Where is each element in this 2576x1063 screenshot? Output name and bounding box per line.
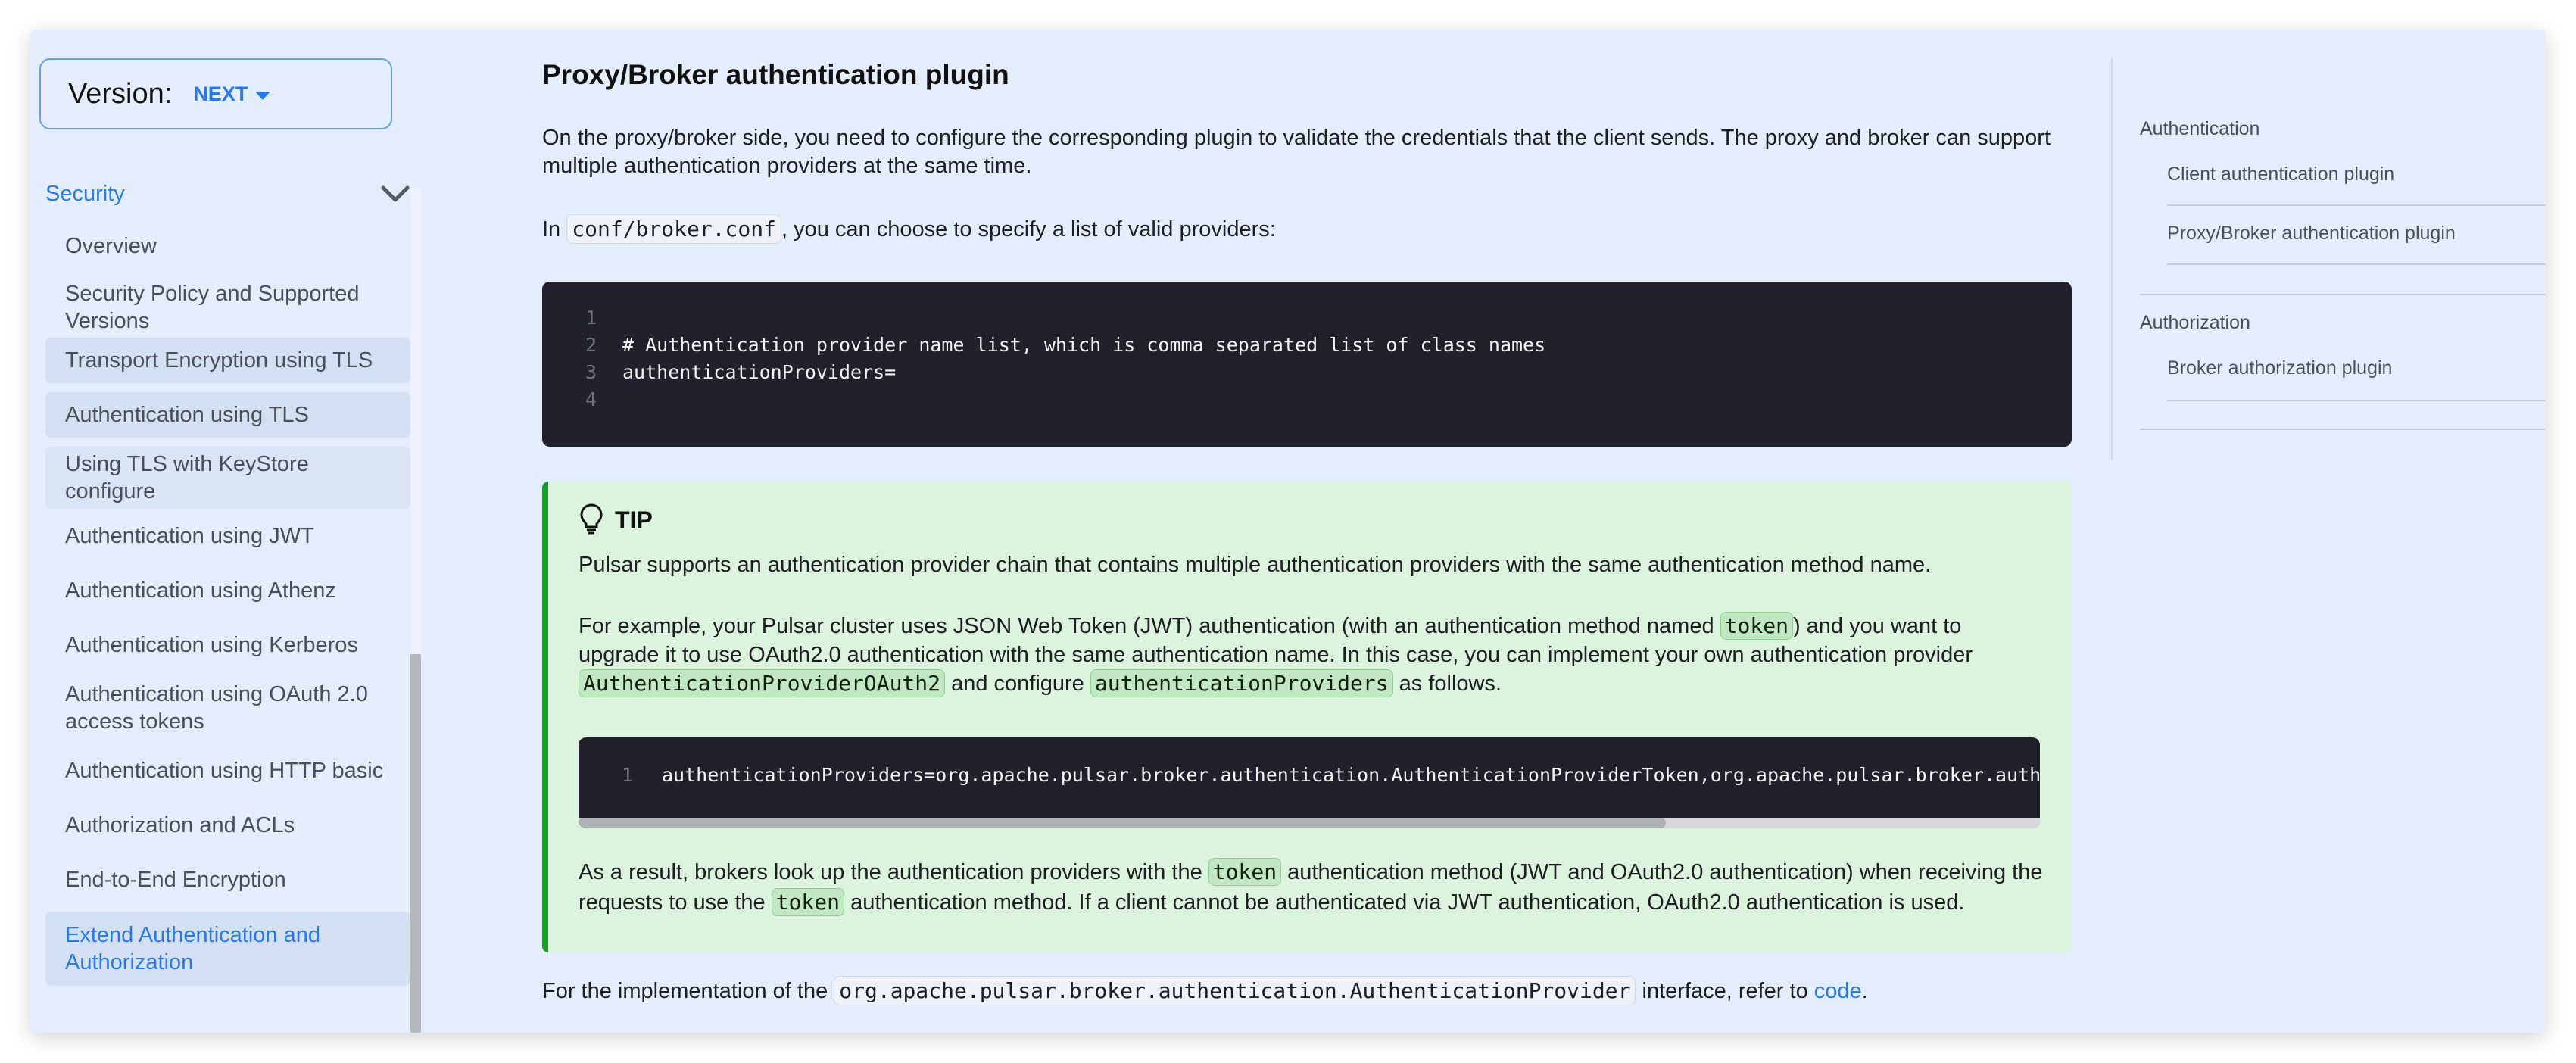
chevron-down-icon[interactable] (377, 176, 413, 212)
code-text: # Authentication provider name list, whi… (622, 334, 1546, 356)
version-label: Version: (68, 77, 173, 110)
sidebar-item-authentication-oauth2[interactable]: Authentication using OAuth 2.0 access to… (45, 677, 410, 739)
sidebar-item-overview[interactable]: Overview (45, 226, 410, 267)
line-number: 1 (585, 307, 597, 329)
toc-item-client-auth-plugin[interactable]: Client authentication plugin (2167, 164, 2394, 185)
sidebar-item-label: Security Policy and Supported Versions (65, 282, 360, 333)
impl-text: interface, refer to (1636, 979, 1814, 1003)
table-of-contents: Authentication Client authentication plu… (2111, 58, 2546, 460)
tip-text: authentication method. If a client canno… (844, 890, 1965, 915)
token-code: token (1208, 858, 1282, 886)
conf-prefix: In (542, 217, 567, 242)
auth-providers-code: authenticationProviders (1090, 669, 1393, 697)
version-value: NEXT (193, 82, 248, 105)
conf-paragraph: In conf/broker.conf, you can choose to s… (542, 214, 2072, 244)
tip-title: TIP (615, 507, 653, 534)
code-link[interactable]: code (1814, 979, 1862, 1003)
toc-group-authentication[interactable]: Authentication (2140, 118, 2259, 140)
sidebar-item-label: End-to-End Encryption (65, 868, 286, 892)
tip-admonition: TIP Pulsar supports an authentication pr… (542, 482, 2072, 952)
tip-paragraph-3: As a result, brokers look up the authent… (579, 857, 2047, 918)
sidebar-section-security[interactable]: Security (45, 173, 413, 215)
code-line: 4 (542, 386, 622, 413)
sidebar-item-label: Authentication using TLS (65, 403, 309, 427)
sidebar-item-label: Authentication using HTTP basic (65, 759, 384, 783)
sidebar-item-end-to-end-encryption[interactable]: End-to-End Encryption (45, 857, 410, 902)
sidebar-nav-list: Overview Security Policy and Supported V… (45, 226, 410, 986)
token-code: token (1720, 612, 1793, 640)
sidebar-item-label: Authentication using JWT (65, 524, 314, 548)
tip-text: As a result, brokers look up the authent… (579, 860, 1208, 884)
sidebar-item-label: Authentication using OAuth 2.0 access to… (65, 682, 368, 734)
sidebar-section-title: Security (45, 181, 125, 206)
toc-item-broker-authz-plugin[interactable]: Broker authorization plugin (2167, 357, 2392, 379)
tip-text: For example, your Pulsar cluster uses JS… (579, 614, 1720, 638)
sidebar-item-label: Transport Encryption using TLS (65, 348, 373, 373)
sidebar-item-authentication-tls[interactable]: Authentication using TLS (45, 392, 410, 438)
conf-suffix: , you can choose to specify a list of va… (781, 217, 1276, 242)
tip-text: as follows. (1392, 672, 1502, 696)
caret-down-icon (255, 91, 271, 100)
implementation-paragraph: For the implementation of the org.apache… (542, 976, 2072, 1005)
oauth2-provider-code: AuthenticationProviderOAuth2 (579, 669, 946, 697)
auth-provider-interface-code: org.apache.pulsar.broker.authentication.… (834, 976, 1636, 1005)
code-line: 1 (542, 304, 622, 332)
sidebar-item-label: Using TLS with KeyStore configure (65, 452, 309, 503)
code-text: authenticationProviders=org.apache.pulsa… (662, 764, 2040, 786)
toc-divider (2167, 204, 2546, 206)
toc-divider (2167, 263, 2546, 265)
toc-divider (2140, 429, 2546, 430)
code-line: 2 # Authentication provider name list, wh… (542, 332, 1545, 359)
toc-divider (2167, 400, 2546, 401)
version-selector[interactable]: Version: NEXT (39, 58, 392, 129)
code-text: authenticationProviders= (622, 361, 897, 383)
sidebar-item-label: Authentication using Kerberos (65, 633, 358, 657)
intro-paragraph: On the proxy/broker side, you need to co… (542, 126, 2051, 178)
line-number: 3 (585, 361, 597, 383)
line-number: 2 (585, 334, 597, 356)
tip-text: and configure (945, 672, 1090, 696)
toc-group-authorization[interactable]: Authorization (2140, 312, 2250, 334)
sidebar-item-tls-keystore[interactable]: Using TLS with KeyStore configure (45, 447, 410, 509)
code-line: 1 authenticationProviders=org.apache.puls… (579, 762, 2040, 789)
code-block: 1 2 # Authentication provider name list, … (542, 282, 2072, 447)
sidebar-item-security-policy[interactable]: Security Policy and Supported Versions (45, 280, 410, 335)
conf-file-code: conf/broker.conf (566, 214, 781, 244)
toc-item-proxy-broker-auth-plugin[interactable]: Proxy/Broker authentication plugin (2167, 223, 2456, 245)
main-content: Proxy/Broker authentication plugin On th… (542, 30, 2087, 1033)
sidebar-item-transport-encryption-tls[interactable]: Transport Encryption using TLS (45, 338, 410, 383)
sidebar-item-label: Authorization and ACLs (65, 813, 295, 837)
sidebar: Security Overview Security Policy and Su… (30, 161, 421, 1033)
version-dropdown[interactable]: NEXT (193, 82, 271, 106)
sidebar-item-authentication-http-basic[interactable]: Authentication using HTTP basic (45, 748, 410, 793)
tip-code-block: 1 authenticationProviders=org.apache.puls… (579, 737, 2040, 828)
impl-text: For the implementation of the (542, 979, 834, 1003)
sidebar-scrollbar-thumb[interactable] (410, 654, 421, 1033)
lightbulb-icon (579, 503, 604, 538)
code-hscrollbar-thumb[interactable] (579, 818, 1666, 828)
tip-paragraph-1: Pulsar supports an authentication provid… (579, 553, 1932, 577)
sidebar-item-extend-auth[interactable]: Extend Authentication and Authorization (45, 912, 410, 986)
sidebar-item-authentication-kerberos[interactable]: Authentication using Kerberos (45, 622, 410, 668)
sidebar-item-label: Extend Authentication and Authorization (65, 923, 320, 974)
toc-divider (2140, 294, 2546, 295)
line-number: 4 (585, 388, 597, 410)
line-number: 1 (621, 764, 633, 786)
sidebar-item-label: Authentication using Athenz (65, 578, 336, 603)
code-line: 3 authenticationProviders= (542, 359, 896, 386)
sidebar-item-authentication-jwt[interactable]: Authentication using JWT (45, 513, 410, 559)
section-heading: Proxy/Broker authentication plugin (542, 59, 1009, 90)
tip-paragraph-2: For example, your Pulsar cluster uses JS… (579, 612, 2047, 698)
docs-window: Version: NEXT Security Overview Security… (30, 30, 2546, 1033)
sidebar-item-authentication-athenz[interactable]: Authentication using Athenz (45, 568, 410, 613)
tip-header: TIP (579, 503, 653, 538)
sidebar-item-label: Overview (65, 234, 157, 258)
sidebar-item-authorization-acls[interactable]: Authorization and ACLs (45, 803, 410, 848)
impl-text: . (1861, 979, 1868, 1003)
token-code: token (771, 888, 845, 916)
